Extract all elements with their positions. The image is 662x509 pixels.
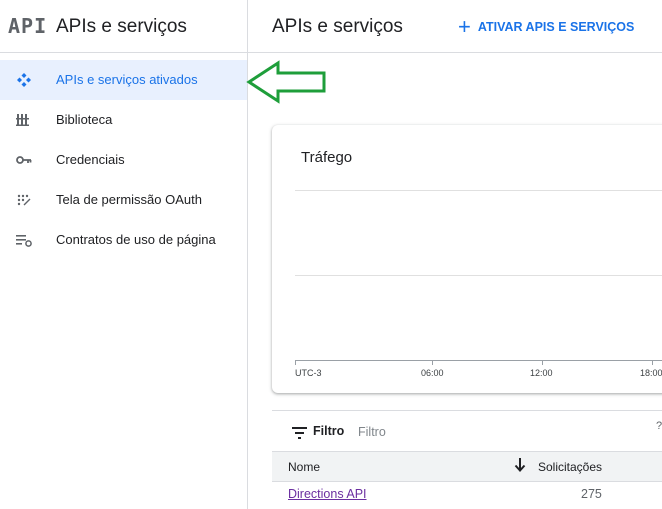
sidebar-item-label: APIs e serviços ativados — [56, 72, 198, 87]
requests-count: 275 — [581, 487, 602, 501]
page-settings-icon — [16, 235, 32, 247]
sidebar-item-page-agreements[interactable]: Contratos de uso de página — [0, 220, 247, 260]
consent-icon — [17, 194, 31, 206]
sidebar-item-enabled-apis[interactable]: APIs e serviços ativados — [0, 60, 247, 100]
traffic-card: Tráfego UTC-3 06:00 12:00 18:00 — [272, 125, 662, 393]
diamond-dots-icon — [17, 73, 31, 87]
chart-gridline — [295, 275, 662, 276]
sidebar-item-credentials[interactable]: Credenciais — [0, 140, 247, 180]
chart-x-tick-label: 12:00 — [530, 368, 553, 378]
filter-bar: Filtro ? — [272, 410, 662, 452]
chart-tick — [432, 360, 433, 365]
sidebar-item-library[interactable]: Biblioteca — [0, 100, 247, 140]
sidebar-item-oauth-consent[interactable]: Tela de permissão OAuth — [0, 180, 247, 220]
library-icon — [16, 114, 29, 126]
plus-icon: + — [458, 14, 471, 39]
filter-input[interactable] — [356, 422, 510, 442]
sidebar-item-label: Biblioteca — [56, 112, 113, 127]
sidebar-item-label: Credenciais — [56, 152, 125, 167]
chart-x-tick-label: UTC-3 — [295, 368, 322, 378]
sidebar-title: APIs e serviços — [56, 16, 187, 37]
api-logo: API — [8, 14, 48, 38]
sidebar-item-label: Contratos de uso de página — [56, 232, 216, 247]
sidebar-item-label: Tela de permissão OAuth — [56, 192, 202, 207]
annotation-arrow — [246, 60, 326, 104]
chart-tick — [542, 360, 543, 365]
chart-x-tick-label: 18:00 — [640, 368, 662, 378]
chart-tick — [652, 360, 653, 365]
page-title: APIs e serviços — [272, 16, 403, 37]
chart-tick — [295, 360, 296, 365]
key-icon — [16, 156, 32, 164]
help-icon[interactable]: ? — [656, 420, 662, 432]
filter-icon[interactable] — [292, 427, 308, 439]
api-name-link[interactable]: Directions API — [288, 487, 367, 501]
column-header-name[interactable]: Nome — [288, 460, 320, 474]
sidebar: API APIs e serviços APIs e serviços ativ… — [0, 0, 248, 509]
sidebar-header: API APIs e serviços — [0, 0, 247, 53]
main-header: APIs e serviços + ATIVAR APIS E SERVIÇOS — [248, 0, 662, 53]
chart-gridline — [295, 190, 662, 191]
table-header: Nome Solicitações — [272, 451, 662, 482]
column-header-requests[interactable]: Solicitações — [538, 460, 602, 474]
chart-x-axis — [295, 360, 662, 361]
table-row: Directions API 275 — [272, 481, 662, 509]
filter-label[interactable]: Filtro — [313, 424, 344, 438]
enable-apis-label: ATIVAR APIS E SERVIÇOS — [477, 20, 635, 34]
enable-apis-button[interactable]: + ATIVAR APIS E SERVIÇOS — [458, 16, 634, 38]
traffic-title: Tráfego — [301, 149, 353, 166]
sort-down-arrow-icon[interactable] — [514, 457, 526, 473]
chart-x-tick-label: 06:00 — [421, 368, 444, 378]
